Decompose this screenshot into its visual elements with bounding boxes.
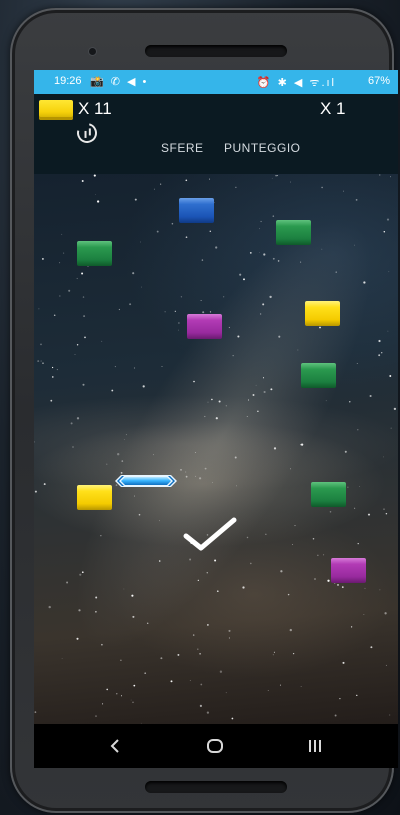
brick [77, 485, 112, 510]
status-bar: 19:26 📸 ✆ ◀ • ⏰ ✱ ◀ ᯤ.ıl 67% [34, 70, 398, 94]
front-camera [89, 48, 96, 55]
top-speaker [145, 45, 287, 57]
game-hud: X 11 SFERE PUNTEGGIO X 1 [34, 94, 398, 174]
brick [331, 558, 366, 583]
score-multiplier: X 1 [320, 99, 346, 118]
paddle[interactable] [114, 474, 178, 488]
check-icon[interactable] [182, 514, 238, 554]
phone-frame: 19:26 📸 ✆ ◀ • ⏰ ✱ ◀ ᯤ.ıl 67% X 11 SFERE … [10, 8, 398, 813]
ball-brick-icon [39, 100, 73, 120]
balls-label: SFERE [161, 141, 204, 155]
home-icon[interactable] [200, 734, 230, 758]
bottom-speaker [145, 781, 287, 793]
balls-count: X 11 [78, 99, 112, 118]
brick [311, 482, 346, 507]
system-icons: ⏰ ✱ ◀ ᯤ.ıl [256, 77, 336, 89]
score-label: PUNTEGGIO [224, 141, 301, 155]
brick [305, 301, 340, 326]
back-icon[interactable] [100, 734, 130, 758]
game-field[interactable] [34, 174, 398, 724]
brick [276, 220, 311, 245]
notification-icons: 📸 ✆ ◀ • [90, 76, 149, 88]
status-time: 19:26 [54, 75, 82, 87]
brick [187, 314, 222, 339]
brick [301, 363, 336, 388]
recents-icon[interactable] [300, 734, 330, 758]
battery-level: 67% [367, 75, 390, 87]
pause-icon[interactable] [73, 119, 101, 147]
screen: 19:26 📸 ✆ ◀ • ⏰ ✱ ◀ ᯤ.ıl 67% X 11 SFERE … [34, 70, 398, 768]
brick [77, 241, 112, 266]
navigation-bar [34, 724, 398, 768]
brick [179, 198, 214, 223]
